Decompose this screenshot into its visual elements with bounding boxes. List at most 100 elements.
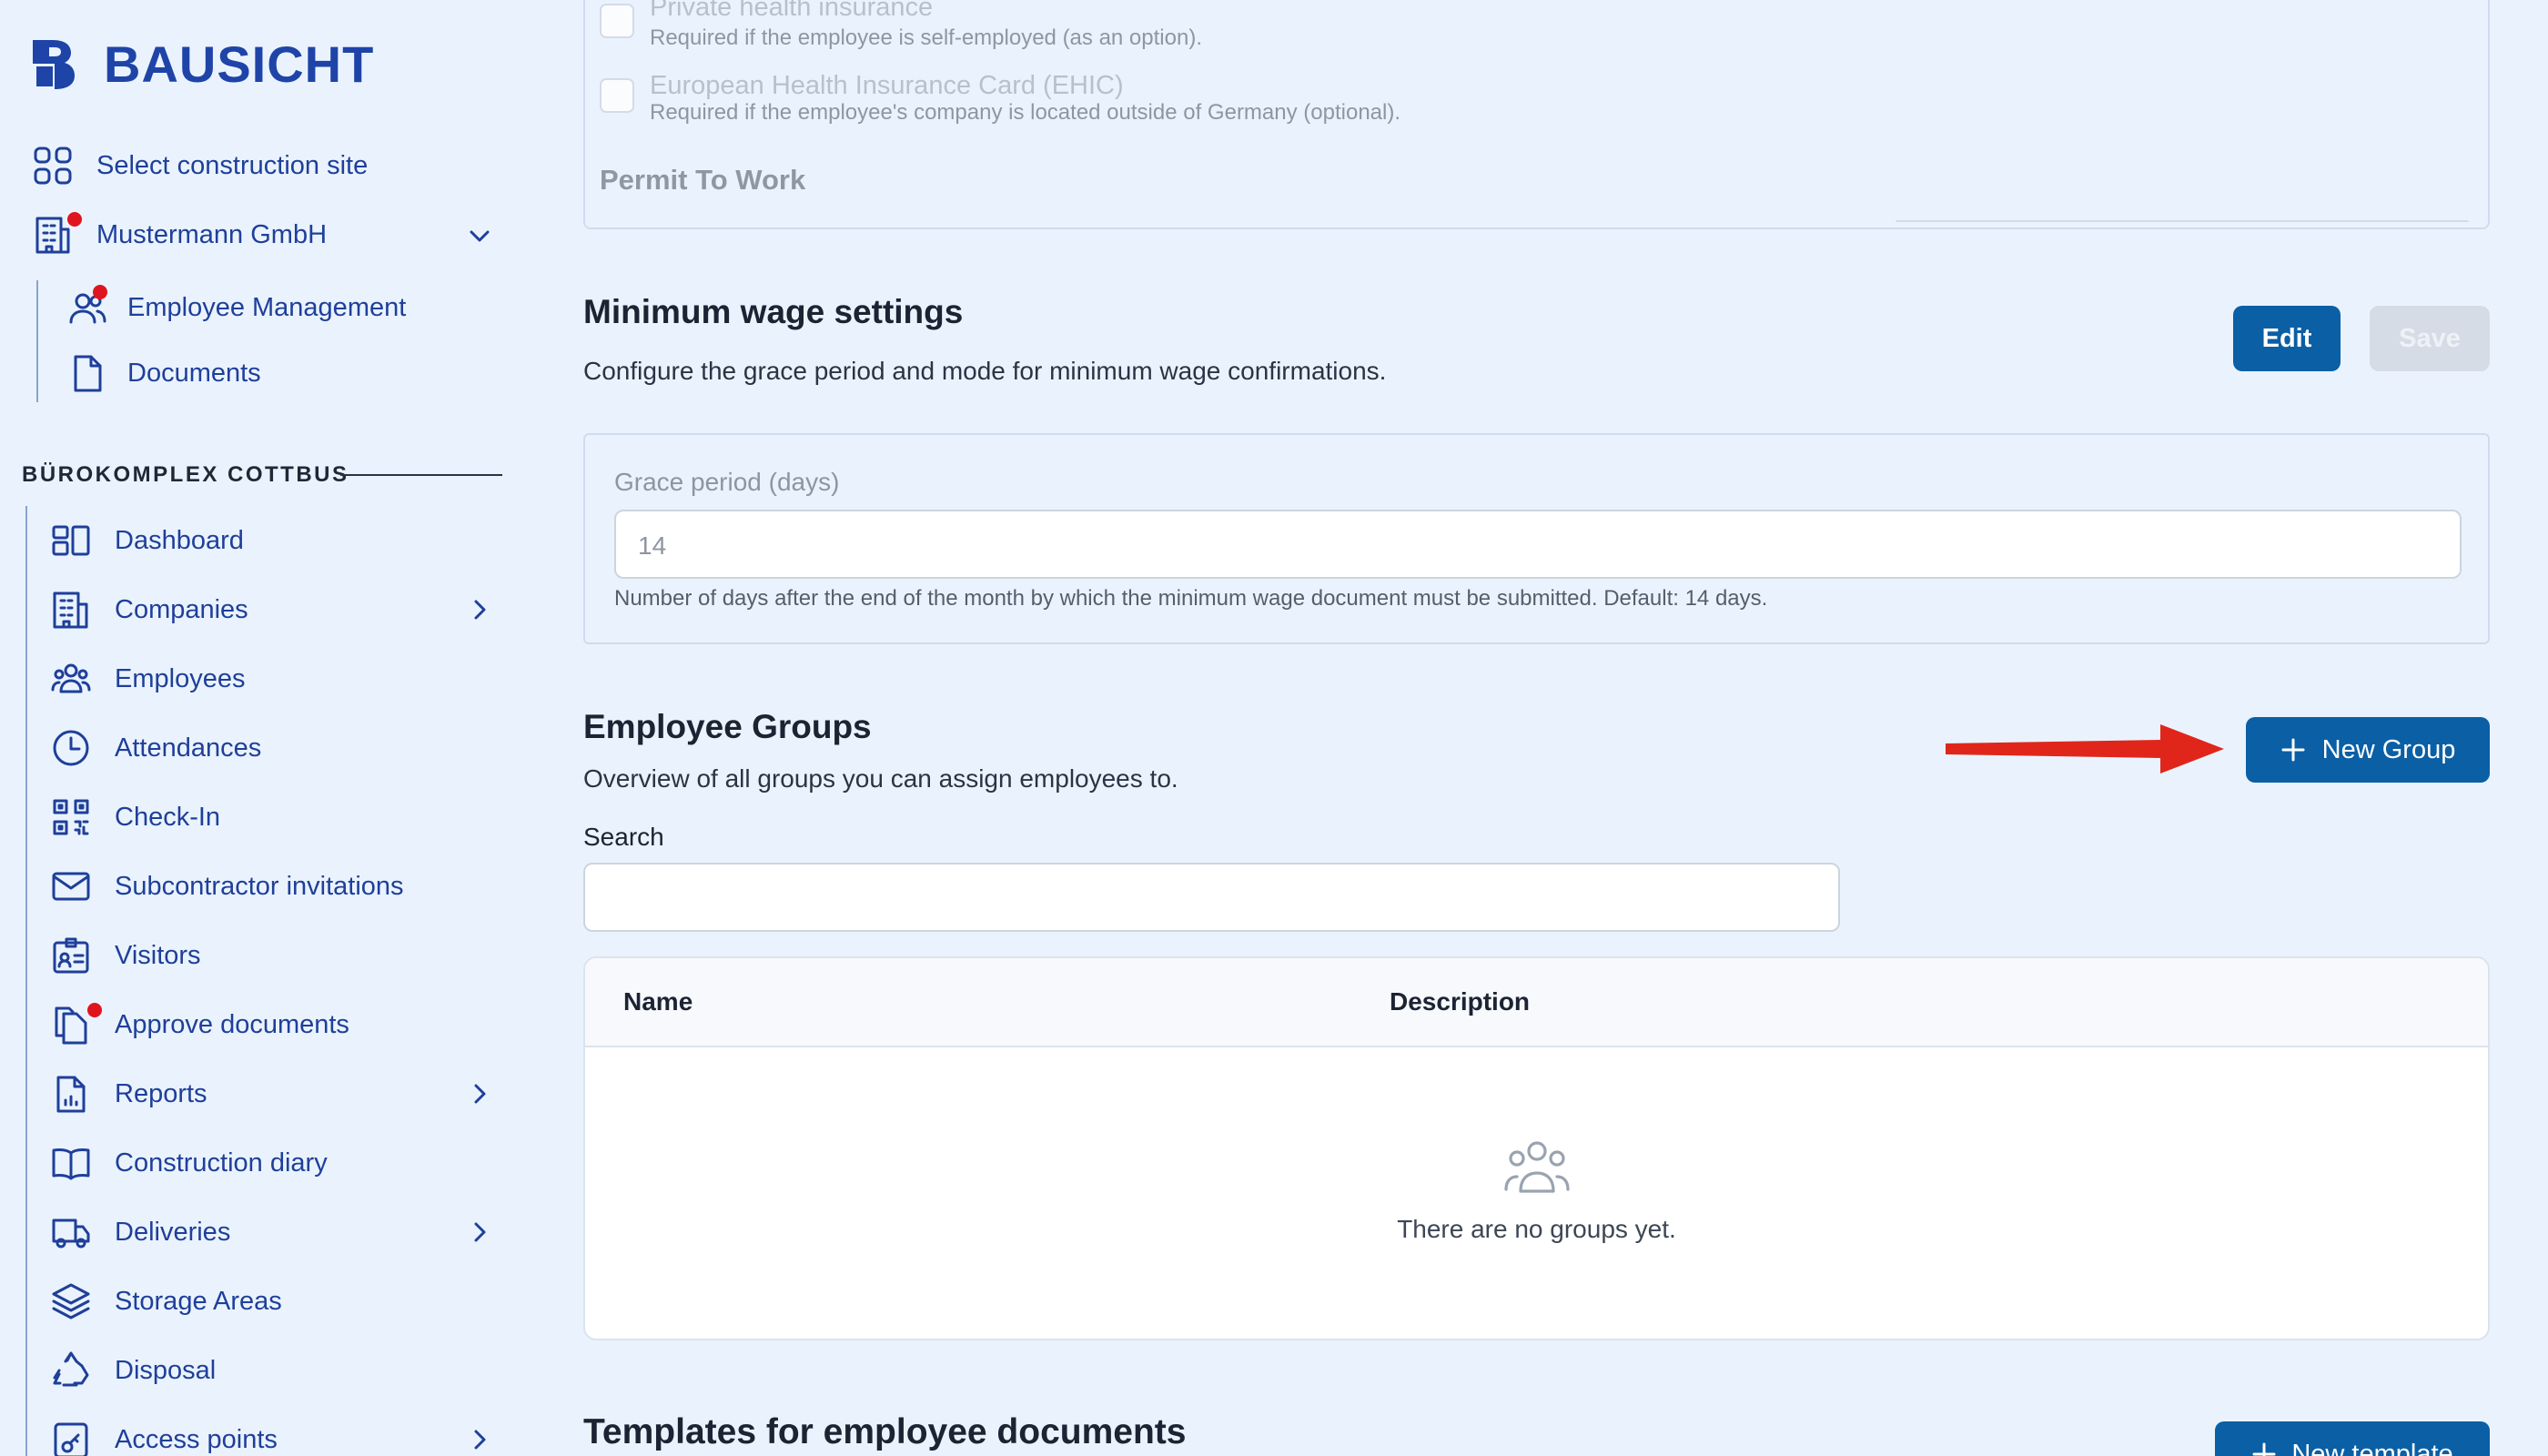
section-heading: Permit To Work xyxy=(600,164,806,196)
grace-period-input[interactable]: 14 xyxy=(614,510,2462,579)
brand-logo[interactable]: BAUSICHT xyxy=(27,35,374,94)
company-label: Mustermann GmbH xyxy=(96,219,328,249)
sidebar-item-label: Approve documents xyxy=(115,1009,349,1039)
groups-table: Name Description There are no groups yet… xyxy=(583,956,2490,1340)
chevron-down-icon[interactable] xyxy=(466,222,493,249)
sidebar-item-label: Reports xyxy=(115,1078,207,1108)
document-subtitle: Required if the employee is self-employe… xyxy=(650,25,1202,50)
select-site-label: Select construction site xyxy=(96,150,369,180)
document-title: European Health Insurance Card (EHIC) xyxy=(650,71,1124,100)
minimum-wage-description: Configure the grace period and mode for … xyxy=(583,357,1387,385)
sidebar-item-label: Subcontractor invitations xyxy=(115,871,404,901)
employee-management-badge xyxy=(93,285,107,299)
required-documents-card: Private health insurance Required if the… xyxy=(583,0,2490,229)
site-section-title: BÜROKOMPLEX COTTBUS xyxy=(22,462,349,487)
company-item[interactable]: Mustermann GmbH xyxy=(33,212,328,255)
recycle-icon xyxy=(51,1350,91,1390)
sidebar-item-label: Visitors xyxy=(115,940,201,970)
documents-label: Documents xyxy=(127,358,261,388)
sidebar-item-label: Dashboard xyxy=(115,525,244,555)
sidebar-item-label: Disposal xyxy=(115,1355,217,1385)
sidebar-item-storage-areas[interactable]: Storage Areas xyxy=(51,1281,282,1321)
new-template-label: New template xyxy=(2291,1439,2453,1456)
clock-icon xyxy=(51,728,91,768)
dashboard-icon xyxy=(51,521,91,561)
id-badge-icon xyxy=(51,935,91,976)
employee-groups-description: Overview of all groups you can assign em… xyxy=(583,764,1178,793)
employee-management-label: Employee Management xyxy=(127,292,407,322)
grid-icon xyxy=(33,146,73,186)
site-nav-line xyxy=(25,506,27,1456)
chevron-right-icon[interactable] xyxy=(466,1426,493,1453)
search-input[interactable] xyxy=(583,863,1840,932)
approve-documents-badge xyxy=(87,1003,102,1017)
qr-code-icon xyxy=(51,797,91,837)
sidebar-item-employees[interactable]: Employees xyxy=(51,659,245,699)
edit-button[interactable]: Edit xyxy=(2233,306,2341,371)
new-group-button[interactable]: New Group xyxy=(2246,717,2490,783)
checkbox[interactable] xyxy=(600,4,634,38)
grace-period-help: Number of days after the end of the mont… xyxy=(614,586,1768,611)
save-button[interactable]: Save xyxy=(2370,306,2490,371)
chevron-right-icon[interactable] xyxy=(466,1218,493,1246)
clipped-input xyxy=(1896,220,2469,224)
column-header-name[interactable]: Name xyxy=(623,987,693,1016)
chevron-right-icon[interactable] xyxy=(466,1080,493,1107)
sidebar-item-dashboard[interactable]: Dashboard xyxy=(51,521,244,561)
sidebar-item-label: Construction diary xyxy=(115,1148,328,1178)
column-header-description[interactable]: Description xyxy=(1390,987,1530,1016)
envelope-icon xyxy=(51,866,91,906)
employee-management-item[interactable]: Employee Management xyxy=(67,285,407,328)
company-badge xyxy=(67,212,82,227)
sidebar-item-deliveries[interactable]: Deliveries xyxy=(51,1212,230,1252)
document-subtitle: Required if the employee's company is lo… xyxy=(650,100,1401,125)
new-template-button[interactable]: New template xyxy=(2215,1421,2490,1456)
sidebar-item-label: Access points xyxy=(115,1424,278,1454)
employee-groups-title: Employee Groups xyxy=(583,708,872,745)
documents-icon xyxy=(51,1003,102,1045)
empty-state-text: There are no groups yet. xyxy=(1397,1215,1676,1243)
sidebar-item-companies[interactable]: Companies xyxy=(51,590,248,630)
section-divider xyxy=(340,474,502,476)
report-icon xyxy=(51,1074,91,1114)
brand-name: BAUSICHT xyxy=(104,35,375,93)
sidebar-item-attendances[interactable]: Attendances xyxy=(51,728,261,768)
truck-icon xyxy=(51,1212,91,1252)
users-empty-icon xyxy=(1504,1141,1570,1193)
sidebar-item-reports[interactable]: Reports xyxy=(51,1074,207,1114)
sidebar-item-label: Check-In xyxy=(115,802,221,832)
checkbox[interactable] xyxy=(600,78,634,113)
arrow-annotation-icon xyxy=(1946,724,2224,774)
table-header: Name Description xyxy=(585,958,2488,1047)
sidebar-item-access-points[interactable]: Access points xyxy=(51,1420,278,1456)
sidebar-item-check-in[interactable]: Check-In xyxy=(51,797,220,837)
sidebar-item-approve-documents[interactable]: Approve documents xyxy=(51,1003,349,1045)
building-icon xyxy=(51,590,91,630)
grace-period-label: Grace period (days) xyxy=(614,468,840,496)
sidebar-item-subcontractor-invitations[interactable]: Subcontractor invitations xyxy=(51,866,404,906)
new-group-label: New Group xyxy=(2321,734,2456,764)
users-icon xyxy=(51,659,91,699)
building-icon xyxy=(33,212,82,255)
grace-period-value: 14 xyxy=(638,531,667,560)
sidebar-item-label: Storage Areas xyxy=(115,1286,282,1316)
documents-item[interactable]: Documents xyxy=(67,353,261,393)
grace-period-card: Grace period (days) 14 Number of days af… xyxy=(583,433,2490,644)
book-icon xyxy=(51,1143,91,1183)
select-site-item[interactable]: Select construction site xyxy=(33,146,368,186)
bausicht-logo-icon xyxy=(33,39,75,89)
sidebar-item-label: Deliveries xyxy=(115,1217,231,1247)
layers-icon xyxy=(51,1281,91,1321)
search-label: Search xyxy=(583,823,664,851)
templates-title: Templates for employee documents xyxy=(583,1412,1187,1451)
sidebar-item-construction-diary[interactable]: Construction diary xyxy=(51,1143,328,1183)
sidebar-item-label: Companies xyxy=(115,594,248,624)
document-icon xyxy=(67,353,107,393)
plus-icon xyxy=(2281,738,2305,762)
sidebar-item-disposal[interactable]: Disposal xyxy=(51,1350,216,1390)
chevron-right-icon[interactable] xyxy=(466,596,493,623)
sidebar-item-label: Employees xyxy=(115,663,246,693)
sidebar-item-visitors[interactable]: Visitors xyxy=(51,935,201,976)
document-title: Private health insurance xyxy=(650,0,934,22)
users-icon xyxy=(67,285,107,328)
